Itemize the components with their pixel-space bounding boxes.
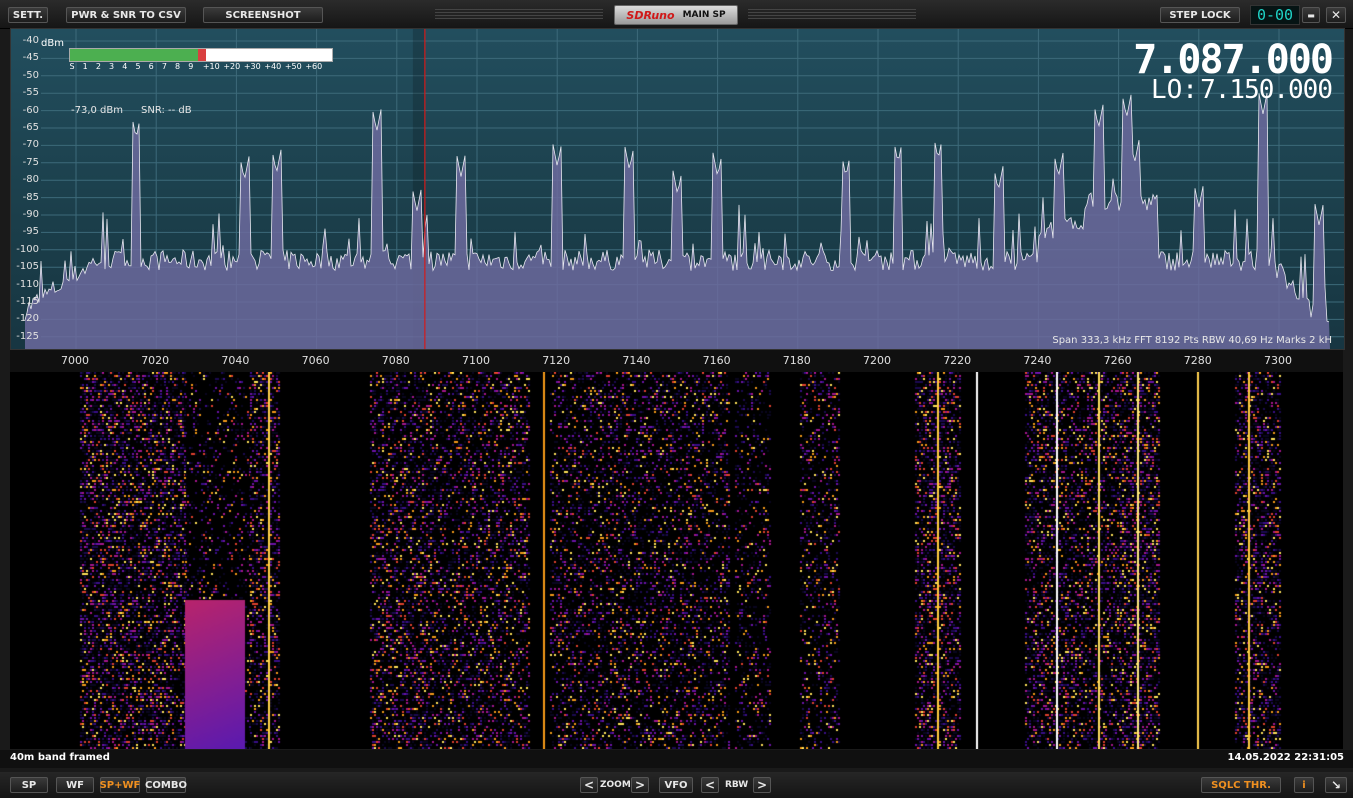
y-tick-label: -115 xyxy=(16,296,39,307)
x-tick-label: 7100 xyxy=(462,354,490,367)
minimize-button[interactable]: ▬ xyxy=(1302,7,1320,23)
waterfall-canvas[interactable] xyxy=(10,372,1343,749)
combo-mode-button[interactable]: COMBO xyxy=(145,777,187,793)
screenshot-button[interactable]: SCREENSHOT xyxy=(203,7,323,23)
y-tick-label: -85 xyxy=(22,191,39,203)
s-scale-tick: 3 xyxy=(109,62,115,71)
lo-label: LO: xyxy=(1151,75,1198,105)
x-tick-label: 7280 xyxy=(1183,354,1212,367)
y-tick-label: -120 xyxy=(16,313,39,325)
y-tick-label: -95 xyxy=(22,226,39,238)
s-scale-tick: +50 xyxy=(284,62,302,71)
s-scale-tick: +30 xyxy=(243,62,261,71)
s-meter-peak xyxy=(198,49,207,61)
x-tick-label: 7060 xyxy=(301,354,330,367)
spectrum-info-text: Span 333,3 kHz FFT 8192 Pts RBW 40,69 Hz… xyxy=(1052,335,1332,346)
zoom-label: ZOOM xyxy=(600,780,631,790)
zoom-out-button[interactable]: < xyxy=(580,777,598,793)
vfo-button[interactable]: VFO xyxy=(659,777,693,793)
s-meter-fill xyxy=(70,49,199,61)
x-tick-label: 7240 xyxy=(1023,354,1052,367)
lo-frequency-display[interactable]: 7.150.000 xyxy=(1200,75,1333,105)
step-lock-button[interactable]: STEP LOCK xyxy=(1160,7,1240,23)
s-scale-tick: S xyxy=(69,62,75,71)
status-timestamp: 14.05.2022 22:31:05 xyxy=(1227,752,1345,763)
y-tick-label: -55 xyxy=(22,87,39,99)
x-tick-label: 7200 xyxy=(863,354,891,367)
s-scale-tick: 2 xyxy=(95,62,101,71)
y-tick-label: -100 xyxy=(16,243,39,255)
dbm-unit-label: dBm xyxy=(41,38,64,49)
y-tick-label: -125 xyxy=(16,330,39,342)
step-display: 0-00 xyxy=(1250,5,1300,25)
sp-mode-button[interactable]: SP xyxy=(10,777,48,793)
sqlc-threshold-button[interactable]: SQLC THR. xyxy=(1201,777,1281,793)
s-scale-tick: +60 xyxy=(305,62,323,71)
x-tick-label: 7020 xyxy=(141,354,170,367)
sp-wf-mode-button[interactable]: SP+WF xyxy=(100,777,140,793)
spectrum-fill xyxy=(25,93,1330,349)
wf-mode-button[interactable]: WF xyxy=(56,777,94,793)
zoom-in-button[interactable]: > xyxy=(631,777,649,793)
signal-level-readout: -73,0 dBm xyxy=(71,105,124,116)
rbw-down-button[interactable]: < xyxy=(701,777,719,793)
waterfall-display[interactable] xyxy=(10,372,1343,749)
x-tick-label: 7000 xyxy=(61,354,89,367)
resize-handle-icon[interactable]: ↘ xyxy=(1325,777,1347,793)
y-tick-label: -70 xyxy=(22,139,39,151)
s-scale-tick: +10 xyxy=(202,62,220,71)
y-tick-label: -80 xyxy=(22,174,39,186)
sdruno-logo: SDRuno MAIN SP xyxy=(614,5,738,25)
spectrum-display[interactable]: -40 -45 -50 -55 -60 -65 -70 -75 -80 -85 -90 -95 -100… xyxy=(10,28,1345,350)
bottom-toolbar: SP WF SP+WF COMBO < ZOOM > VFO < RBW > S… xyxy=(0,772,1353,798)
y-tick-label: -75 xyxy=(22,156,39,168)
drag-grip-right[interactable] xyxy=(748,9,916,19)
s-meter-bar xyxy=(69,48,333,62)
x-tick-label: 7040 xyxy=(221,354,250,367)
s-scale-tick: 1 xyxy=(82,62,88,71)
x-tick-label: 7300 xyxy=(1264,354,1292,367)
x-tick-label: 7140 xyxy=(622,354,651,367)
s-scale-tick: 7 xyxy=(161,62,167,71)
s-scale-tick: 6 xyxy=(148,62,154,71)
pwr-snr-csv-button[interactable]: PWR & SNR TO CSV xyxy=(66,7,186,23)
x-tick-label: 7120 xyxy=(542,354,571,367)
y-tick-label: -110 xyxy=(16,278,39,290)
s-scale-tick: +40 xyxy=(264,62,282,71)
y-tick-label: -40 xyxy=(22,35,39,46)
x-tick-label: 7260 xyxy=(1103,354,1132,367)
rbw-label: RBW xyxy=(725,780,749,790)
y-tick-label: -65 xyxy=(22,122,39,133)
y-tick-label: -90 xyxy=(22,209,39,220)
y-tick-label: -60 xyxy=(22,104,39,116)
s-scale-tick: +20 xyxy=(223,62,241,71)
y-tick-label: -45 xyxy=(22,52,39,64)
panel-title: MAIN SP xyxy=(682,10,726,20)
brand-name: SDRuno xyxy=(626,8,675,22)
s-scale-tick: 5 xyxy=(135,62,141,71)
rbw-up-button[interactable]: > xyxy=(753,777,771,793)
x-tick-label: 7080 xyxy=(381,354,410,367)
status-row: 40m band framed 14.05.2022 22:31:05 xyxy=(0,750,1353,768)
status-left-text: 40m band framed xyxy=(10,752,110,763)
drag-grip-left[interactable] xyxy=(435,9,603,19)
settings-button[interactable]: SETT. xyxy=(8,7,48,23)
y-tick-label: -50 xyxy=(22,69,39,81)
x-tick-label: 7180 xyxy=(782,354,811,367)
x-tick-label: 7220 xyxy=(943,354,972,367)
close-button[interactable]: ✕ xyxy=(1326,7,1346,23)
s-scale-tick: 9 xyxy=(188,62,194,71)
snr-readout: SNR: -- dB xyxy=(141,105,192,116)
frequency-axis[interactable]: 7000 7020 7040 7060 7080 7100 7120 7140 7160 7180… xyxy=(10,350,1343,372)
y-tick-label: -105 xyxy=(16,261,39,273)
s-scale-tick: 4 xyxy=(122,62,128,71)
s-scale-tick: 8 xyxy=(175,62,181,71)
info-button[interactable]: i xyxy=(1294,777,1314,793)
title-bar: SETT. PWR & SNR TO CSV SCREENSHOT SDRuno… xyxy=(0,0,1353,29)
x-tick-label: 7160 xyxy=(702,354,731,367)
